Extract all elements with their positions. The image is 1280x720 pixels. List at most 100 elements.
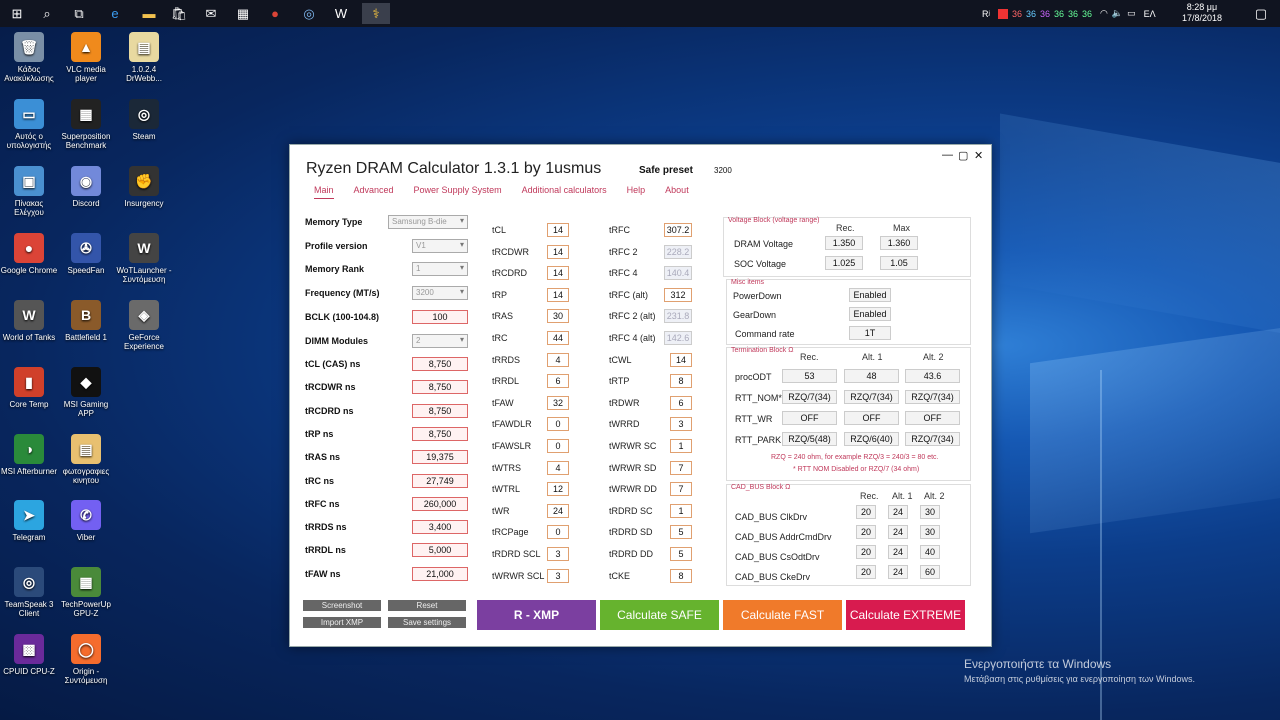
tray-temp-2[interactable]: 36 <box>1026 9 1036 19</box>
ns-timing-value[interactable]: 8,750 <box>412 357 468 371</box>
desktop-icon[interactable]: ▤ 1.0.2.4 DrWebb... <box>115 32 173 83</box>
reset-button[interactable]: Reset <box>388 600 466 611</box>
command-rate-value[interactable]: 1T <box>849 326 891 340</box>
save-settings-button[interactable]: Save settings <box>388 617 466 628</box>
start-windows-icon[interactable]: ⊞ <box>6 3 28 24</box>
termination-value[interactable]: RZQ/6(40) <box>844 432 899 446</box>
timing-input[interactable]: 14 <box>547 244 569 259</box>
import-xmp-button[interactable]: Import XMP <box>303 617 381 628</box>
timing-input[interactable]: 4 <box>547 460 569 475</box>
timing-input[interactable]: 4 <box>547 352 569 367</box>
app-grid-icon[interactable]: ▦ <box>232 3 254 24</box>
tab-advanced[interactable]: Advanced <box>354 185 394 199</box>
tab-about[interactable]: About <box>665 185 689 199</box>
termination-value[interactable]: RZQ/7(34) <box>782 390 837 404</box>
calculate-button[interactable]: R - XMP <box>477 600 596 630</box>
desktop-icon[interactable]: B Battlefield 1 <box>57 300 115 342</box>
language-indicator[interactable]: ΕΛ <box>1144 9 1156 19</box>
desktop-icon[interactable]: ▦ TechPowerUp GPU-Z <box>57 567 115 618</box>
store-icon[interactable]: 🛍 <box>168 3 190 24</box>
tray-temp-5[interactable]: 36 <box>1068 9 1078 19</box>
termination-value[interactable]: RZQ/5(48) <box>782 432 837 446</box>
desktop-icon[interactable]: 🗑 Κάδος Ανακύκλωσης <box>0 32 58 83</box>
desktop-icon[interactable]: W World of Tanks <box>0 300 58 342</box>
termination-value[interactable]: OFF <box>905 411 960 425</box>
termination-value[interactable]: RZQ/7(34) <box>905 432 960 446</box>
close-icon[interactable]: ✕ <box>974 149 983 162</box>
desktop-icon[interactable]: ✊ Insurgency <box>115 166 173 208</box>
ns-timing-value[interactable]: 8,750 <box>412 426 468 441</box>
timing-input[interactable]: 44 <box>547 331 569 345</box>
timing-input[interactable]: 3 <box>547 547 569 561</box>
termination-value[interactable]: 53 <box>782 369 837 383</box>
tab-power-supply[interactable]: Power Supply System <box>414 185 502 199</box>
desktop-icon[interactable]: ● Google Chrome <box>0 233 58 275</box>
setting-dropdown[interactable]: 3200 ▾ <box>412 286 468 300</box>
termination-value[interactable]: OFF <box>782 411 837 425</box>
ns-timing-value[interactable]: 8,750 <box>412 380 468 395</box>
timing-input[interactable]: 3 <box>670 417 692 432</box>
timing-input[interactable]: 0 <box>547 525 569 540</box>
desktop-icon[interactable]: ◉ Discord <box>57 166 115 208</box>
ns-timing-value[interactable]: 19,375 <box>412 450 468 465</box>
cad-bus-value[interactable]: 40 <box>920 545 940 559</box>
cad-bus-value[interactable]: 60 <box>920 565 940 579</box>
tab-main[interactable]: Main <box>314 185 334 199</box>
timing-input[interactable]: 1 <box>670 503 692 518</box>
dram-voltage-rec[interactable]: 1.350 <box>825 236 863 250</box>
desktop-icon[interactable]: ▮ Core Temp <box>0 367 58 409</box>
desktop-icon[interactable]: ▭ Αυτός ο υπολογιστής <box>0 99 58 150</box>
cad-bus-value[interactable]: 20 <box>856 545 876 559</box>
desktop-icon[interactable]: ◈ GeForce Experience <box>115 300 173 351</box>
desktop-icon[interactable]: W WoTLauncher - Συντόμευση <box>115 233 173 284</box>
minimize-icon[interactable]: — <box>942 149 953 161</box>
ns-timing-value[interactable]: 8,750 <box>412 403 468 418</box>
timing-input[interactable]: 1 <box>670 439 692 453</box>
edge-icon[interactable]: e <box>104 3 126 24</box>
geardown-value[interactable]: Enabled <box>849 307 891 321</box>
timing-input[interactable]: 7 <box>670 460 692 475</box>
dimm-modules-dropdown[interactable]: 2 ▾ <box>412 334 468 348</box>
termination-value[interactable]: 43.6 <box>905 369 960 383</box>
cad-bus-value[interactable]: 30 <box>920 505 940 519</box>
task-view-icon[interactable]: ⧉ <box>68 3 90 24</box>
desktop-icon[interactable]: ▩ CPUID CPU-Z <box>0 634 58 676</box>
timing-input[interactable]: 0 <box>547 439 569 453</box>
cad-bus-value[interactable]: 20 <box>856 565 876 579</box>
cad-bus-value[interactable]: 24 <box>888 545 908 559</box>
calculate-button[interactable]: Calculate SAFE <box>600 600 719 630</box>
tray-temp-6[interactable]: 36 <box>1082 9 1092 19</box>
mail-icon[interactable]: ✉ <box>200 3 222 24</box>
chrome-icon[interactable]: ● <box>264 3 286 24</box>
app-globe-icon[interactable]: ◎ <box>298 3 320 24</box>
timing-input[interactable]: 5 <box>670 525 692 540</box>
timing-input[interactable]: 14 <box>670 352 692 367</box>
ns-timing-value[interactable]: 21,000 <box>412 566 468 581</box>
ryzen-calculator-taskbar-icon[interactable]: ⚕ <box>362 3 390 24</box>
timing-input[interactable]: 32 <box>547 395 569 410</box>
desktop-icon[interactable]: ▤ φωτογραφιες κινητου <box>57 434 115 485</box>
notifications-icon[interactable]: ▢ <box>1250 3 1272 24</box>
powerdown-value[interactable]: Enabled <box>849 288 891 302</box>
ns-timing-value[interactable]: 5,000 <box>412 543 468 558</box>
timing-input[interactable]: 7 <box>670 482 692 497</box>
timing-input[interactable]: 3 <box>547 568 569 583</box>
termination-value[interactable]: 48 <box>844 369 899 383</box>
wifi-icon[interactable]: ◠ <box>1100 8 1108 19</box>
cad-bus-value[interactable]: 24 <box>888 525 908 539</box>
cad-bus-value[interactable]: 20 <box>856 505 876 519</box>
tab-help[interactable]: Help <box>627 185 646 199</box>
soc-voltage-rec[interactable]: 1.025 <box>825 256 863 270</box>
timing-input[interactable]: 24 <box>547 503 569 518</box>
cad-bus-value[interactable]: 24 <box>888 505 908 519</box>
wot-icon[interactable]: W <box>330 3 352 24</box>
ns-timing-value[interactable]: 27,749 <box>412 473 468 488</box>
desktop-icon[interactable]: ▦ Superposition Benchmark <box>57 99 115 150</box>
desktop-icon[interactable]: ▲ VLC media player <box>57 32 115 83</box>
timing-input[interactable]: 6 <box>670 395 692 410</box>
ns-timing-value[interactable]: 3,400 <box>412 520 468 535</box>
desktop-icon[interactable]: ◯ Origin - Συντόμευση <box>57 634 115 685</box>
dram-voltage-max[interactable]: 1.360 <box>880 236 918 250</box>
cad-bus-value[interactable]: 30 <box>920 525 940 539</box>
timing-input[interactable]: 14 <box>547 287 569 302</box>
